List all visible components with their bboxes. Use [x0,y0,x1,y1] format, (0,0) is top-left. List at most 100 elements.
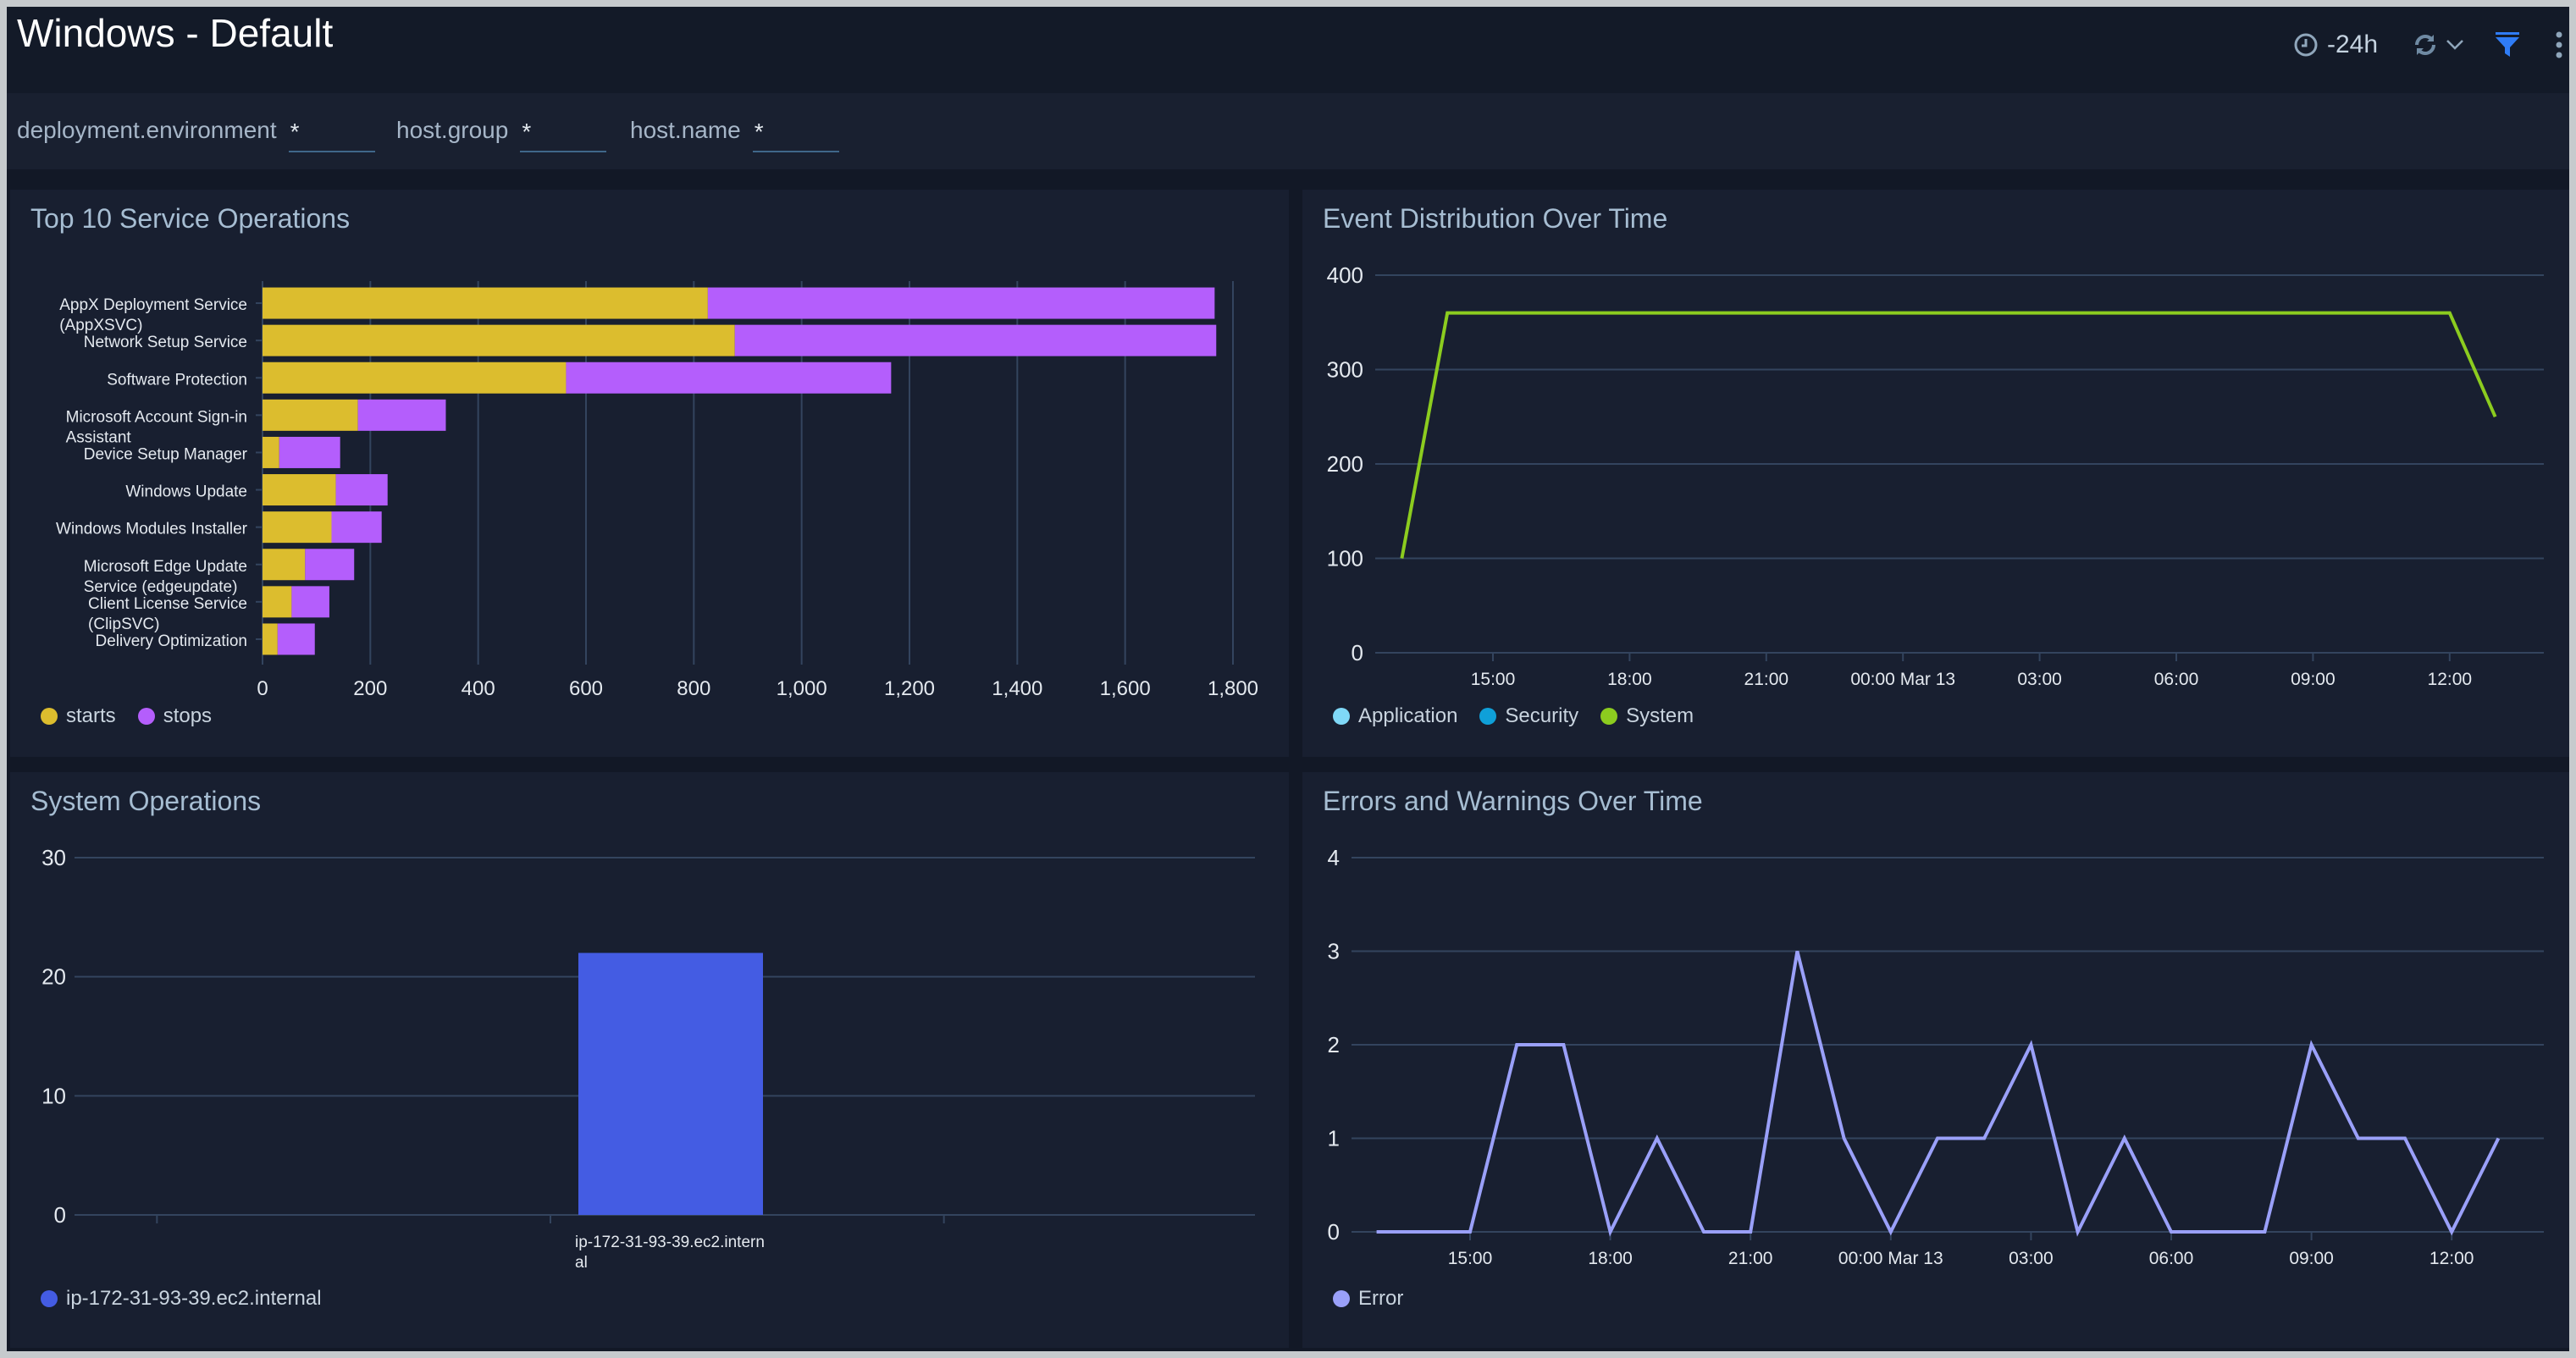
bar-segment-starts [263,511,332,544]
bar-segment-stops [331,511,382,544]
legend-dot [1479,708,1497,725]
y-tick-label-line: Device Setup Manager [84,445,248,463]
x-tick-label: ip-172-31-93-39.ec2.intern [575,1234,765,1251]
y-tick-label: Microsoft Edge Update Service (edgeupdate… [84,558,247,596]
legend-item-stops[interactable]: stops [137,704,213,728]
legend-label: ip-172-31-93-39.ec2.internal [66,1287,322,1310]
legend-dot [1333,1290,1350,1307]
y-tick-label: 200 [1327,451,1363,477]
event-distribution-chart: 0 100 200 300 400 15:00 18:00 21:00 00:00 Mar 13… [1327,262,2544,689]
y-tick-label-line: Assistant [66,428,132,446]
legend-item-security[interactable]: Security [1479,704,1578,728]
y-tick-label: Windows Update [125,483,247,501]
y-tick-label: 0 [1328,1219,1340,1245]
bar-segment-starts [263,586,292,618]
y-tick-label-line: Windows Modules Installer [56,521,248,538]
y-tick-label: 10 [41,1083,66,1108]
y-tick-label: Windows Modules Installer [56,521,248,538]
x-tick-label: 15:00 [1471,670,1516,689]
x-tick-label: 1,600 [1100,677,1151,700]
chevron-down-icon[interactable] [2446,39,2464,51]
chart-legend: Application Security System [1333,704,1716,728]
more-options-button[interactable] [2554,31,2564,58]
more-vertical-icon [2554,31,2564,58]
y-tick-label: 2 [1328,1032,1340,1057]
x-tick-label: 600 [569,677,603,700]
errors-warnings-chart: 0 1 2 3 4 15:00 18:00 21:00 00:00 Mar 13 03:00 06:… [1328,845,2544,1268]
legend-dot [1600,708,1618,725]
bar-segment-starts [263,324,735,356]
header-toolbar: -24h [2293,24,2569,66]
legend-label: stops [163,704,213,727]
y-tick-label-line: (AppXSVC) [59,317,142,334]
y-tick-label: 300 [1327,357,1363,383]
y-tick-label-line: Software Protection [107,371,247,389]
legend-item-host[interactable]: ip-172-31-93-39.ec2.internal [41,1287,322,1311]
panel-errors-warnings: Errors and Warnings Over Time 0 1 2 3 4 15:00… [1302,772,2569,1348]
legend-dot [137,708,155,725]
legend-label: starts [66,704,116,727]
bar-segment-stops [305,549,355,581]
legend-dot [41,708,58,725]
deployment-environment-input[interactable] [288,113,375,152]
panel-event-distribution: Event Distribution Over Time 0 100 200 300 4… [1302,190,2569,757]
y-tick-label-line: Microsoft Account Sign-in [66,408,247,426]
legend-label: System [1626,704,1694,727]
bar [578,952,763,1215]
y-tick-label-line: AppX Deployment Service [59,296,247,314]
y-tick-label-line: Client License Service [88,595,247,613]
legend-dot [41,1290,58,1307]
bar-segment-starts [263,549,306,581]
x-tick-label: 12:00 [2430,1249,2474,1268]
x-tick-label: 00:00 Mar 13 [1838,1249,1943,1268]
system-operations-chart: 0 10 20 30 ip-172-31-93-39.ec2.intern al [41,845,1255,1272]
y-tick-label: AppX Deployment Service (AppXSVC) [59,296,247,334]
dashboard: Windows - Default -24h deployment.enviro… [7,7,2569,1351]
filter-label: deployment.environment [17,117,277,143]
bar-segment-stops [291,586,329,618]
refresh-icon [2412,31,2439,58]
y-tick-label: 20 [41,964,66,990]
y-tick-label: Software Protection [107,371,247,389]
y-tick-label: Microsoft Account Sign-in Assistant [66,408,247,446]
filter-button[interactable] [2495,31,2520,58]
y-tick-label: 30 [41,845,66,870]
refresh-button[interactable] [2412,31,2464,58]
x-tick-label: 15:00 [1448,1249,1493,1268]
x-tick-label: 1,200 [884,677,935,700]
time-range-button[interactable]: -24h [2293,30,2378,59]
host-name-input[interactable] [752,113,839,152]
legend-item-system[interactable]: System [1600,704,1694,728]
y-tick-label-line: Delivery Optimization [96,632,248,650]
bar-segment-stops [566,362,892,394]
bar-segment-starts [263,474,336,506]
x-tick-label: 1,400 [992,677,1042,700]
filter-host-name: host.name [630,113,839,156]
host-group-input[interactable] [520,113,607,152]
panel-top-service-operations: Top 10 Service Operations 0 200 400 600 800 1… [10,190,1289,757]
legend-item-application[interactable]: Application [1333,704,1457,728]
y-tick-label-line: Windows Update [125,483,247,501]
legend-item-error[interactable]: Error [1333,1287,1403,1311]
x-tick-label: 09:00 [2291,670,2336,689]
bar-segment-starts [263,399,358,431]
clock-icon [2293,32,2319,58]
bar-segment-stops [357,399,446,431]
dashboard-title: Windows - Default [17,11,334,55]
x-tick-label: 200 [353,677,387,700]
legend-item-starts[interactable]: starts [41,704,116,728]
bar-segment-stops [277,623,315,655]
filter-bar: deployment.environment host.group host.n… [7,93,2569,169]
bar-segment-stops [279,436,340,468]
y-tick-label: Delivery Optimization [96,632,248,650]
bar-segment-starts [263,362,567,394]
x-tick-label: 18:00 [1588,1249,1633,1268]
legend-label: Application [1358,704,1458,727]
bar-segment-starts [263,623,278,655]
filter-label: host.name [630,117,741,143]
filter-host-group: host.group [396,113,607,156]
filter-deployment-environment: deployment.environment [17,113,375,156]
y-tick-label-line: Microsoft Edge Update [84,558,247,576]
panel-system-operations: System Operations 0 10 20 30 ip-172-31-93-39… [10,772,1289,1348]
x-tick-label: 0 [257,677,268,700]
